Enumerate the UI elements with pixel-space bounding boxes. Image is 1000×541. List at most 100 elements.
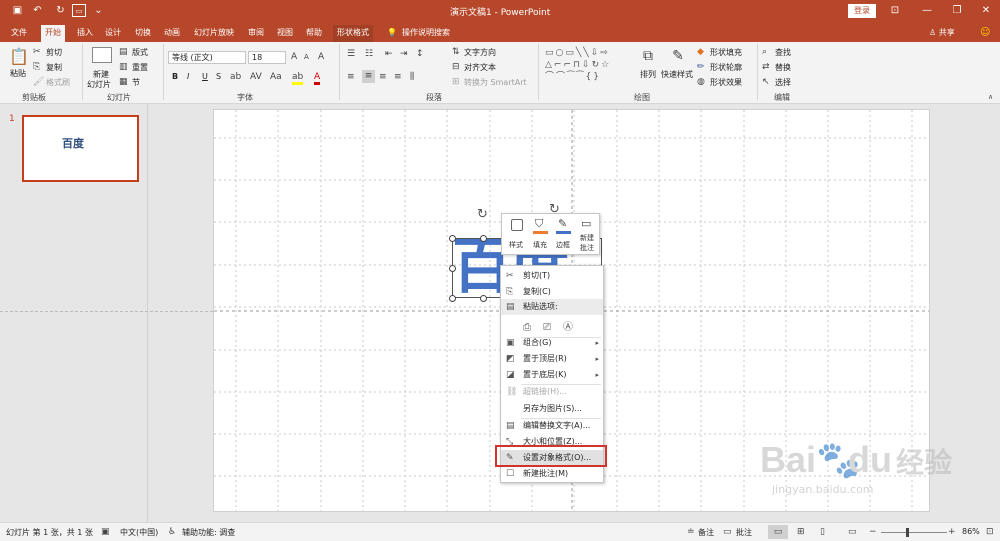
menu-item-hyperlink[interactable]: ⛓ 超链接(H)... xyxy=(501,384,603,400)
resize-handle[interactable] xyxy=(449,295,456,302)
tab-help[interactable]: 帮助 xyxy=(302,25,326,42)
fit-to-window-icon[interactable]: ⊡ xyxy=(986,527,994,537)
menu-item-save-as-picture[interactable]: 另存为图片(S)... xyxy=(501,401,603,417)
columns-icon[interactable]: ⫼ xyxy=(410,72,414,82)
save-icon[interactable]: ▣ xyxy=(11,4,24,17)
find-button[interactable]: 查找 xyxy=(775,47,791,58)
customize-qat-icon[interactable]: ⌄ xyxy=(92,4,105,17)
section-button[interactable]: 节 xyxy=(132,77,140,88)
align-text-button[interactable]: 对齐文本 xyxy=(464,62,496,73)
text-direction-button[interactable]: 文字方向 xyxy=(464,47,496,58)
share-button[interactable]: ♙ 共享 xyxy=(925,25,959,42)
shadow-button[interactable]: S xyxy=(216,72,221,81)
bullets-icon[interactable]: ☰ xyxy=(347,49,355,59)
format-painter-icon[interactable]: 🖌 xyxy=(33,77,44,87)
collapse-ribbon-icon[interactable]: ∧ xyxy=(988,92,993,102)
font-size-select[interactable]: 18 xyxy=(248,51,286,64)
quick-styles-button[interactable]: 快速样式 xyxy=(661,69,693,80)
tab-insert[interactable]: 插入 xyxy=(73,25,97,42)
shape-effects-icon[interactable]: ◍ xyxy=(697,77,705,87)
comments-button[interactable]: 批注 xyxy=(736,527,752,538)
fill-bucket-icon[interactable]: ⛉ xyxy=(535,217,543,231)
slideshow-icon[interactable]: ▭ xyxy=(72,4,86,17)
shape-fill-icon[interactable]: ◆ xyxy=(697,47,704,57)
login-button[interactable]: 登录 xyxy=(848,4,876,18)
mini-fill-button[interactable]: 填充 xyxy=(533,240,547,250)
zoom-slider-thumb[interactable] xyxy=(906,528,909,537)
shape-effects-button[interactable]: 形状效果 xyxy=(710,77,742,88)
bold-button[interactable]: B xyxy=(172,72,178,81)
shape-outline-button[interactable]: 形状轮廓 xyxy=(710,62,742,73)
zoom-in-icon[interactable]: + xyxy=(948,527,956,537)
underline-button[interactable]: U xyxy=(202,72,208,81)
tab-shape-format[interactable]: 形状格式 xyxy=(333,25,373,42)
paste-button[interactable]: 粘贴 xyxy=(10,68,26,79)
language-indicator[interactable]: 中文(中国) xyxy=(120,527,158,538)
char-spacing-icon[interactable]: AV xyxy=(250,72,262,82)
text-direction-icon[interactable]: ⇅ xyxy=(452,47,460,57)
increase-indent-icon[interactable]: ⇥ xyxy=(400,49,408,59)
tab-slideshow[interactable]: 幻灯片放映 xyxy=(190,25,238,42)
rotate-handle-icon[interactable]: ↻ xyxy=(477,207,488,222)
new-slide-icon[interactable] xyxy=(92,47,112,63)
paste-picture-icon[interactable]: ⎚ xyxy=(543,320,551,336)
scissors-icon[interactable]: ✂ xyxy=(33,47,41,57)
align-text-icon[interactable]: ⊟ xyxy=(452,62,460,72)
highlight-icon[interactable]: ab xyxy=(292,72,304,85)
zoom-level[interactable]: 86% xyxy=(962,527,980,536)
slide-thumbnail[interactable]: 百度 xyxy=(22,115,139,182)
restore-icon[interactable]: ❐ xyxy=(948,3,966,19)
notes-button[interactable]: 备注 xyxy=(698,527,714,538)
accessibility-icon[interactable]: ♿ xyxy=(168,527,176,537)
tab-animations[interactable]: 动画 xyxy=(160,25,184,42)
reading-view-icon[interactable]: ▯ xyxy=(820,527,825,537)
tab-file[interactable]: 文件 xyxy=(7,25,31,42)
tab-home[interactable]: 开始 xyxy=(41,25,65,42)
comments-icon[interactable]: ▭ xyxy=(723,527,732,537)
menu-item-edit-alt-text[interactable]: ▤ 编辑替换文字(A)... xyxy=(501,418,603,434)
quick-styles-icon[interactable]: ✎ xyxy=(669,47,687,65)
format-painter-button[interactable]: 格式刷 xyxy=(46,77,70,88)
strikethrough-icon[interactable]: ab xyxy=(230,72,241,82)
line-spacing-icon[interactable]: ↕ xyxy=(416,49,424,59)
find-icon[interactable]: ⌕ xyxy=(762,47,767,57)
slideshow-view-icon[interactable]: ▭ xyxy=(848,527,857,537)
replace-icon[interactable]: ⇄ xyxy=(762,62,770,72)
ribbon-display-icon[interactable]: ⊡ xyxy=(886,3,904,19)
menu-item-group[interactable]: ▣ 组合(G) ▸ xyxy=(501,335,603,351)
grow-font-icon[interactable]: A xyxy=(291,52,297,62)
layout-icon[interactable]: ▤ xyxy=(119,47,128,57)
slide-sorter-icon[interactable]: ⊞ xyxy=(797,527,805,537)
layout-button[interactable]: 版式 xyxy=(132,47,148,58)
normal-view-icon[interactable]: ▭ xyxy=(768,525,788,539)
accessibility-status[interactable]: 辅助功能: 调查 xyxy=(182,527,235,538)
mini-new-comment-button[interactable]: 新建 xyxy=(580,233,594,243)
paste-icon[interactable]: 📋 xyxy=(9,47,29,67)
align-right-icon[interactable]: ≡ xyxy=(379,72,387,82)
reset-icon[interactable]: ▥ xyxy=(119,62,128,72)
zoom-out-icon[interactable]: − xyxy=(869,527,877,537)
minimize-icon[interactable]: — xyxy=(918,3,936,19)
menu-item-new-comment[interactable]: ☐ 新建批注(M) xyxy=(501,466,603,482)
redo-icon[interactable]: ↻ xyxy=(54,4,67,17)
mini-border-button[interactable]: 边框 xyxy=(556,240,570,250)
menu-item-copy[interactable]: ⎘ 复制(C) xyxy=(501,284,603,300)
spell-check-icon[interactable]: ▣ xyxy=(101,527,110,537)
resize-handle[interactable] xyxy=(449,265,456,272)
paste-text-only-icon[interactable]: Ⓐ xyxy=(563,320,573,336)
comment-icon[interactable]: ▭ xyxy=(581,217,591,230)
shapes-gallery[interactable]: ▭○▭╲╲⇩⇨ △⌐⌐⊓⇩↻☆ ⌒⌒⁀⁀{} xyxy=(545,47,631,83)
tab-design[interactable]: 设计 xyxy=(101,25,125,42)
style-icon[interactable] xyxy=(511,219,523,231)
menu-item-cut[interactable]: ✂ 剪切(T) xyxy=(501,268,603,284)
justify-icon[interactable]: ≡ xyxy=(394,72,402,82)
italic-button[interactable]: I xyxy=(187,72,189,81)
shape-fill-button[interactable]: 形状填充 xyxy=(710,47,742,58)
resize-handle[interactable] xyxy=(480,295,487,302)
tab-transitions[interactable]: 切换 xyxy=(131,25,155,42)
shape-outline-icon[interactable]: ✏ xyxy=(697,62,705,72)
close-icon[interactable]: ✕ xyxy=(977,3,995,19)
notes-icon[interactable]: ≐ xyxy=(687,527,695,537)
tab-review[interactable]: 审阅 xyxy=(244,25,268,42)
select-icon[interactable]: ↖ xyxy=(762,77,770,87)
